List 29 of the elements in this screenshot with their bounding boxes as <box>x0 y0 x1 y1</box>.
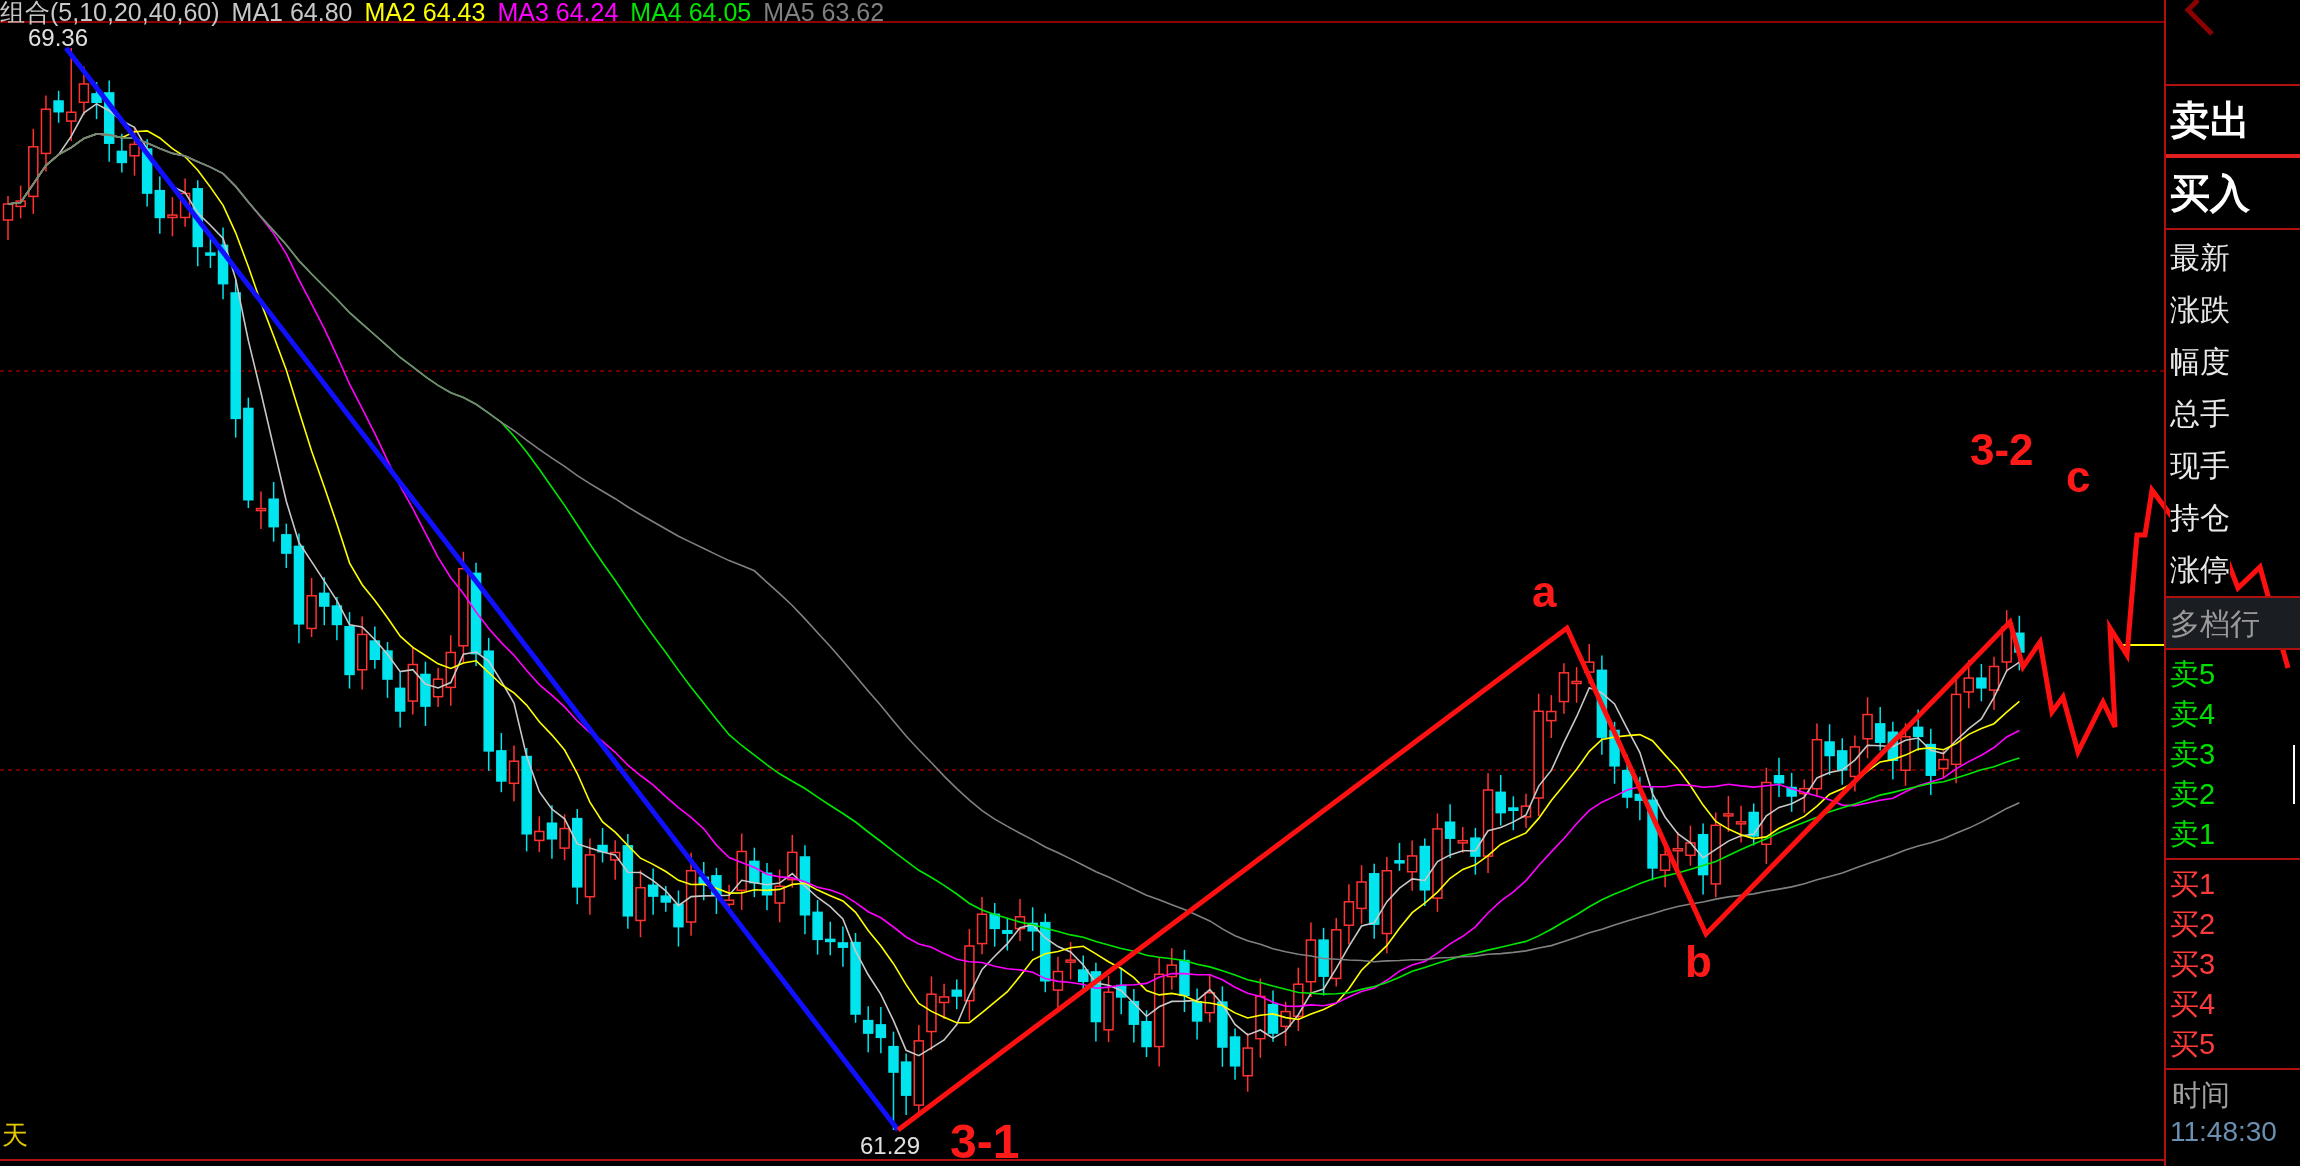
bid-level-label: 买3 <box>2170 946 2216 982</box>
ask-level-label: 卖3 <box>2170 736 2216 772</box>
ask-level-label: 卖4 <box>2170 696 2216 732</box>
price-label: 61.29 <box>860 1134 921 1158</box>
ask-level-label: 卖2 <box>2170 776 2216 812</box>
bid-level-label: 买2 <box>2170 906 2216 942</box>
annotation-label: c <box>2066 455 2091 499</box>
time-value: 11:48:30 <box>2169 1115 2278 1146</box>
price-label: 69.36 <box>28 26 89 50</box>
period-label: 天 <box>2 1122 28 1148</box>
bid-level-label: 买1 <box>2170 866 2216 902</box>
bid-level-label: 买4 <box>2170 986 2216 1022</box>
quote-field-label: 持仓 <box>2170 492 2230 544</box>
ask-level-label: 卖5 <box>2170 656 2216 692</box>
depth-quote-tab[interactable]: 多档行 <box>2166 596 2300 650</box>
bid-level-label: 买5 <box>2170 1026 2216 1062</box>
annotation-label: 3-2 <box>1970 428 2034 472</box>
time-label: 时间 <box>2171 1078 2231 1110</box>
indicator-title: 组合(5,10,20,40,60) <box>0 0 220 25</box>
cursor-marker <box>2293 744 2295 805</box>
annotation-label: a <box>1532 570 1557 614</box>
annotation-label: b <box>1685 940 1712 984</box>
moving-average-legend: MA1 64.80 <box>231 0 353 25</box>
moving-average-legend: MA4 64.05 <box>630 0 752 25</box>
moving-average-legend: MA5 63.62 <box>763 0 885 25</box>
moving-average-legend: MA3 64.24 <box>497 0 619 25</box>
ask-level-label: 卖1 <box>2170 816 2216 852</box>
annotation-label: 3-1 <box>950 1118 1020 1166</box>
moving-average-legend: MA2 64.43 <box>364 0 486 25</box>
